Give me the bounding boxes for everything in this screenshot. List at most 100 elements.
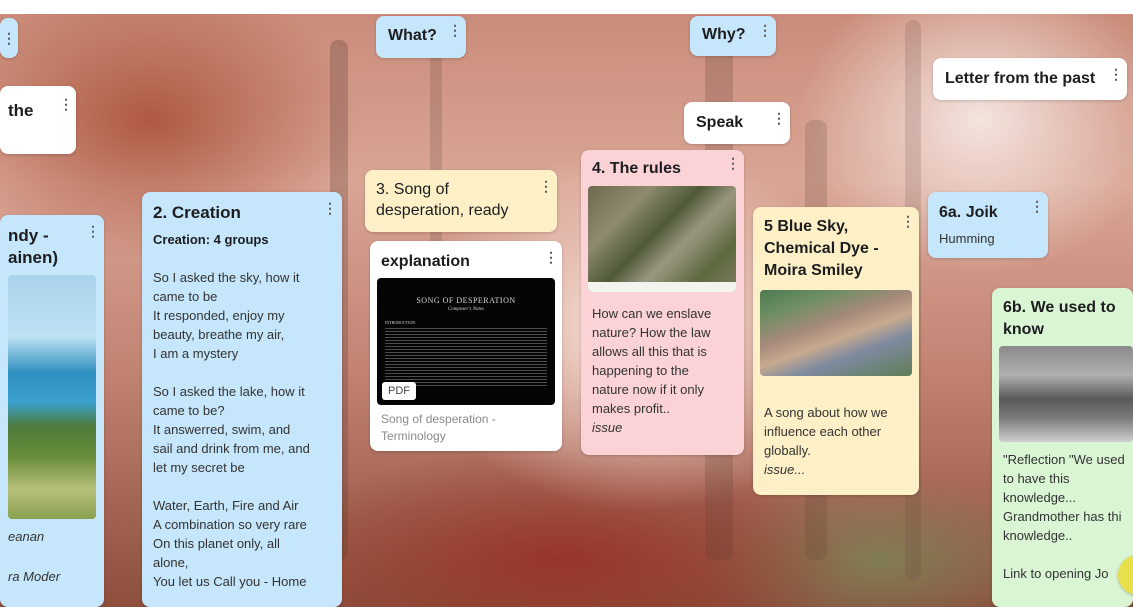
card-blue-sky[interactable]: 5 Blue Sky, Chemical Dye - Moira Smiley … [753,207,919,495]
card-the[interactable]: the ⋮ [0,86,76,154]
more-vertical-icon[interactable]: ⋮ [2,30,16,46]
card-title: 6a. Joik [939,204,998,221]
card-line: beauty, breathe my air, [153,327,285,342]
card-title-line: 6b. We used to [1003,299,1116,316]
pdf-title: SONG OF DESPERATION [416,296,516,305]
card-line: Grandmother has thi [1003,509,1122,524]
more-vertical-icon[interactable]: ⋮ [901,213,915,229]
card-body: "Reflection "We used to have this knowle… [1003,450,1133,583]
card-what[interactable]: What? ⋮ [376,16,466,58]
caption-line: Song of desperation - [381,412,496,426]
card-partial-top-left[interactable]: ⋮ [0,18,18,58]
card-line: to have this [1003,471,1070,486]
card-title: Why? [702,26,746,43]
card-title: explanation [381,253,470,270]
card-line: So I asked the sky, how it [153,270,300,285]
card-line: knowledge.. [1003,528,1073,543]
card-tag: issue... [764,462,806,477]
more-vertical-icon[interactable]: ⋮ [323,200,337,216]
card-text: ra Moder [8,569,61,584]
card-title-line: 5 Blue Sky, [764,218,849,235]
more-vertical-icon[interactable]: ⋮ [59,96,73,112]
card-line: came to be? [153,403,225,418]
card-song-of-desperation[interactable]: 3. Song of desperation, ready ⋮ [365,170,557,232]
card-line: happening to the [592,363,689,378]
card-subtitle: Creation: 4 groups [153,232,269,247]
card-title-line: Chemical Dye - [764,240,879,257]
card-title: Speak [696,114,744,131]
card-we-used-to-know[interactable]: 6b. We used to know "Reflection "We used… [992,288,1133,607]
card-line: knowledge... [1003,490,1076,505]
card-line [153,363,338,382]
card-line: makes profit.. [592,401,671,416]
card-line [1003,545,1133,564]
card-line: How can we enslave [592,306,712,321]
card-title: 2. Creation [153,203,241,222]
card-partial-left[interactable]: ndy - ainen) ⋮ eanan ra Moder [0,215,104,607]
card-line: It answerred, swim, and [153,422,291,437]
more-vertical-icon[interactable]: ⋮ [726,155,740,171]
pdf-heading: INTRODUCTION [385,320,416,325]
pdf-preview[interactable]: SONG OF DESPERATION Composer's Notes INT… [377,278,555,405]
more-vertical-icon[interactable]: ⋮ [544,249,558,265]
card-line: let my secret be [153,460,245,475]
card-title: ndy - ainen) [8,225,58,269]
card-title-line: 3. Song of [376,181,449,198]
pdf-subtitle: Composer's Notes [447,307,485,312]
card-title-line: ndy - [8,226,49,245]
card-line: came to be [153,289,218,304]
card-the-rules[interactable]: 4. The rules ⋮ How can we enslave nature… [581,150,744,455]
pdf-badge: PDF [382,382,416,400]
polluted-river-image [760,290,912,376]
card-line: Water, Earth, Fire and Air [153,498,299,513]
card-line: So I asked the lake, how it [153,384,305,399]
card-line: allows all this that is [592,344,707,359]
more-vertical-icon[interactable]: ⋮ [1030,198,1044,214]
card-title: What? [388,27,437,44]
card-title-line: desperation, ready [376,202,509,219]
card-title: the [8,101,34,120]
card-line [153,477,338,496]
card-title: 5 Blue Sky, Chemical Dye - Moira Smiley [764,216,879,282]
card-letter[interactable]: Letter from the past ⋮ [933,58,1127,100]
more-vertical-icon[interactable]: ⋮ [758,22,772,38]
deforestation-image [588,186,736,292]
card-line: globally. [764,443,811,458]
card-creation[interactable]: 2. Creation ⋮ Creation: 4 groups So I as… [142,192,342,607]
card-line: I am a mystery [153,346,239,361]
card-title-line: ainen) [8,248,59,267]
card-speak[interactable]: Speak ⋮ [684,102,790,144]
card-joik[interactable]: 6a. Joik ⋮ Humming [928,192,1048,258]
pdf-text-lines [385,328,547,388]
card-line: nature? How the law [592,325,711,340]
card-why[interactable]: Why? ⋮ [690,16,776,56]
card-title: 6b. We used to know [1003,297,1116,341]
card-title: Letter from the past [945,70,1096,87]
card-line: On this planet only, all [153,536,280,551]
card-title: 3. Song of desperation, ready [376,179,509,221]
old-photo-image [999,346,1133,442]
card-tag: issue [592,420,623,435]
card-explanation[interactable]: explanation ⋮ SONG OF DESPERATION Compos… [370,241,562,451]
more-vertical-icon[interactable]: ⋮ [448,22,462,38]
image-footer [588,282,736,292]
caption-line: Terminology [381,429,446,443]
card-line: "Reflection "We used [1003,452,1125,467]
landscape-image [8,275,96,519]
card-line: A song about how we [764,405,888,420]
card-line: influence each other [764,424,882,439]
card-title-line: Moira Smiley [764,262,863,279]
card-body: How can we enslave nature? How the law a… [592,304,742,437]
card-line: nature now if it only [592,382,705,397]
more-vertical-icon[interactable]: ⋮ [772,110,786,126]
more-vertical-icon[interactable]: ⋮ [86,223,100,239]
more-vertical-icon[interactable]: ⋮ [1109,66,1123,82]
card-line: alone, [153,555,189,570]
card-line: You let us Call you - Home [153,574,307,589]
pdf-caption: Song of desperation - Terminology [381,411,496,445]
card-title-line: know [1003,321,1044,338]
card-text: eanan [8,529,45,544]
card-line: It responded, enjoy my [153,308,285,323]
more-vertical-icon[interactable]: ⋮ [539,178,553,194]
card-body: So I asked the sky, how it came to be It… [153,268,338,591]
